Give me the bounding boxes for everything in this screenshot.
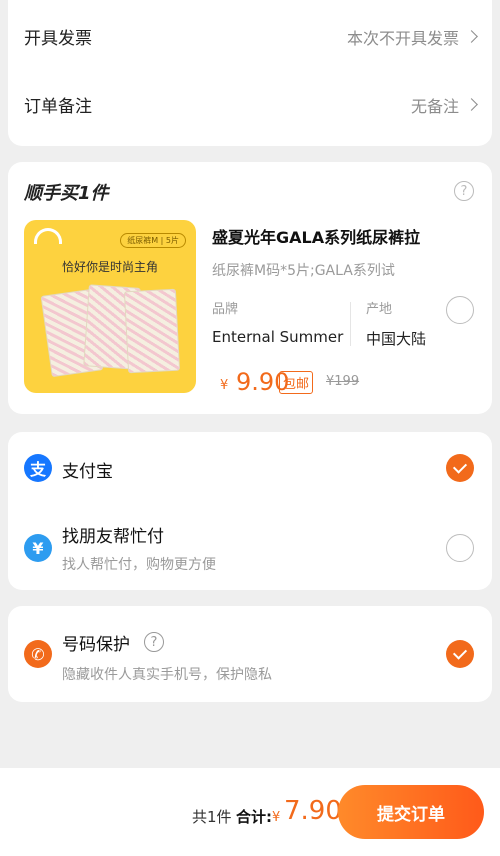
- number-protection-checkbox[interactable]: [446, 640, 474, 668]
- alipay-label[interactable]: 支付宝: [62, 457, 113, 482]
- chevron-right-icon: [465, 30, 478, 43]
- total-currency: ¥: [272, 810, 281, 825]
- invoice-value: 本次不开具发票: [346, 28, 459, 48]
- add-on-card: 顺手买1件 ? 纸尿裤M | 5片 恰好你是时尚主角 盛夏光年GALA系列纸尿裤…: [8, 162, 492, 414]
- original-price: ¥199: [326, 374, 360, 389]
- price-currency: ¥: [220, 378, 229, 393]
- product-subtitle: 纸尿裤M码*5片;GALA系列试: [212, 263, 395, 279]
- diaper-pack-image: [123, 288, 181, 374]
- help-icon[interactable]: ?: [144, 632, 164, 652]
- invoice-label: 开具发票: [24, 29, 92, 49]
- origin-value: 中国大陆: [366, 330, 427, 348]
- help-icon[interactable]: ?: [454, 181, 474, 201]
- submit-order-button[interactable]: 提交订单: [338, 785, 484, 839]
- friend-pay-subtitle: 找人帮忙付，购物更方便: [62, 557, 216, 573]
- brand-logo-icon: [34, 228, 62, 244]
- friend-pay-radio[interactable]: [446, 534, 474, 562]
- payment-card: 支 支付宝 ¥ 找朋友帮忙付 找人帮忙付，购物更方便: [8, 432, 492, 590]
- free-shipping-badge: 包邮: [279, 371, 314, 394]
- brand-value: Enternal Summer: [212, 328, 344, 346]
- number-protection-card: ✆ 号码保护 ? 隐藏收件人真实手机号，保护隐私: [8, 606, 492, 702]
- item-count: 共1件: [192, 808, 232, 826]
- shield-phone-icon: ✆: [24, 640, 52, 668]
- product-image-tag: 纸尿裤M | 5片: [120, 233, 186, 248]
- product-image-slogan: 恰好你是时尚主角: [62, 260, 159, 274]
- friend-pay-label[interactable]: 找朋友帮忙付: [62, 522, 164, 547]
- product-name[interactable]: 盛夏光年GALA系列纸尿裤拉: [212, 224, 420, 248]
- chevron-right-icon: [465, 98, 478, 111]
- invoice-row[interactable]: 开具发票 本次不开具发票: [24, 24, 478, 49]
- friend-pay-icon: ¥: [24, 534, 52, 562]
- origin-key: 产地: [366, 302, 393, 317]
- remark-value: 无备注: [410, 96, 459, 116]
- attribute-divider: [350, 302, 351, 346]
- alipay-icon: 支: [24, 454, 52, 482]
- remark-label: 订单备注: [24, 97, 92, 117]
- number-protection-label: 号码保护: [62, 635, 130, 655]
- total-amount: 7.90: [284, 796, 342, 826]
- brand-key: 品牌: [212, 302, 239, 317]
- alipay-radio[interactable]: [446, 454, 474, 482]
- total-label: 合计:: [236, 808, 272, 826]
- remark-row[interactable]: 订单备注 无备注: [24, 92, 478, 117]
- add-on-select-radio[interactable]: [446, 296, 474, 324]
- product-image[interactable]: 纸尿裤M | 5片 恰好你是时尚主角: [24, 220, 196, 393]
- order-options-card: 开具发票 本次不开具发票 订单备注 无备注: [8, 0, 492, 146]
- number-protection-subtitle: 隐藏收件人真实手机号，保护隐私: [62, 667, 272, 683]
- add-on-title: 顺手买1件: [24, 183, 109, 204]
